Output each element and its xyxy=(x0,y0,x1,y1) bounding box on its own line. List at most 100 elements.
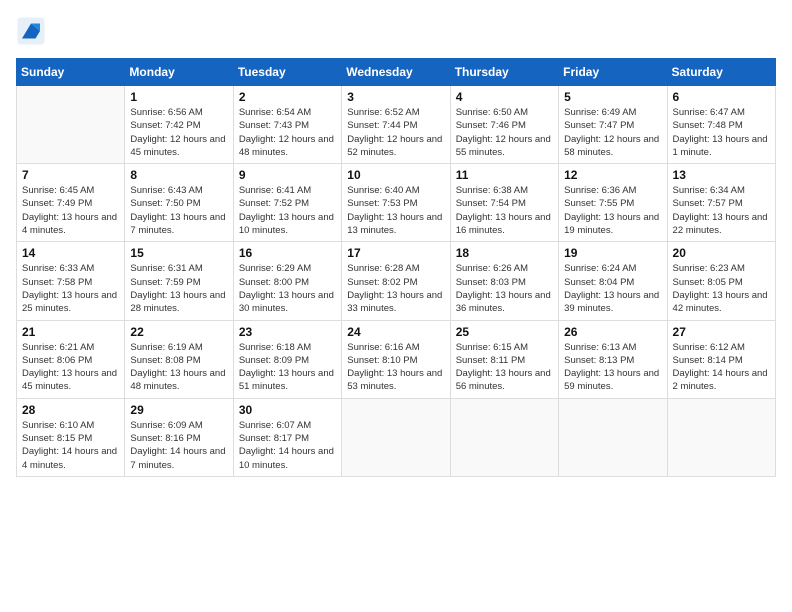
logo-icon xyxy=(16,16,46,46)
day-info: Sunrise: 6:45 AMSunset: 7:49 PMDaylight:… xyxy=(22,184,119,237)
day-number: 20 xyxy=(673,246,770,260)
calendar-cell: 18 Sunrise: 6:26 AMSunset: 8:03 PMDayligh… xyxy=(450,242,558,320)
day-number: 4 xyxy=(456,90,553,104)
calendar-cell: 10 Sunrise: 6:40 AMSunset: 7:53 PMDayligh… xyxy=(342,164,450,242)
day-number: 10 xyxy=(347,168,444,182)
day-info: Sunrise: 6:07 AMSunset: 8:17 PMDaylight:… xyxy=(239,419,336,472)
day-info: Sunrise: 6:50 AMSunset: 7:46 PMDaylight:… xyxy=(456,106,553,159)
calendar-cell xyxy=(17,86,125,164)
day-number: 12 xyxy=(564,168,661,182)
day-number: 15 xyxy=(130,246,227,260)
day-info: Sunrise: 6:54 AMSunset: 7:43 PMDaylight:… xyxy=(239,106,336,159)
calendar-cell xyxy=(342,398,450,476)
calendar-cell: 5 Sunrise: 6:49 AMSunset: 7:47 PMDaylight… xyxy=(559,86,667,164)
calendar-cell: 6Sunrise: 6:47 AMSunset: 7:48 PMDaylight… xyxy=(667,86,775,164)
day-info: Sunrise: 6:56 AMSunset: 7:42 PMDaylight:… xyxy=(130,106,227,159)
day-number: 5 xyxy=(564,90,661,104)
day-number: 9 xyxy=(239,168,336,182)
weekday-header-tuesday: Tuesday xyxy=(233,59,341,86)
calendar-cell: 12 Sunrise: 6:36 AMSunset: 7:55 PMDayligh… xyxy=(559,164,667,242)
calendar-cell: 17 Sunrise: 6:28 AMSunset: 8:02 PMDayligh… xyxy=(342,242,450,320)
calendar-cell: 20 Sunrise: 6:23 AMSunset: 8:05 PMDayligh… xyxy=(667,242,775,320)
calendar-cell: 28 Sunrise: 6:10 AMSunset: 8:15 PMDayligh… xyxy=(17,398,125,476)
day-info: Sunrise: 6:29 AMSunset: 8:00 PMDaylight:… xyxy=(239,262,336,315)
day-info: Sunrise: 6:34 AMSunset: 7:57 PMDaylight:… xyxy=(673,184,770,237)
day-info: Sunrise: 6:36 AMSunset: 7:55 PMDaylight:… xyxy=(564,184,661,237)
calendar-cell: 3 Sunrise: 6:52 AMSunset: 7:44 PMDaylight… xyxy=(342,86,450,164)
weekday-header-sunday: Sunday xyxy=(17,59,125,86)
day-number: 22 xyxy=(130,325,227,339)
calendar-cell: 19 Sunrise: 6:24 AMSunset: 8:04 PMDayligh… xyxy=(559,242,667,320)
weekday-header-wednesday: Wednesday xyxy=(342,59,450,86)
day-number: 16 xyxy=(239,246,336,260)
calendar-cell: 8Sunrise: 6:43 AMSunset: 7:50 PMDaylight… xyxy=(125,164,233,242)
day-number: 2 xyxy=(239,90,336,104)
calendar: SundayMondayTuesdayWednesdayThursdayFrid… xyxy=(16,58,776,477)
day-info: Sunrise: 6:21 AMSunset: 8:06 PMDaylight:… xyxy=(22,341,119,394)
day-number: 27 xyxy=(673,325,770,339)
logo xyxy=(16,16,50,46)
calendar-cell: 27Sunrise: 6:12 AMSunset: 8:14 PMDayligh… xyxy=(667,320,775,398)
day-info: Sunrise: 6:16 AMSunset: 8:10 PMDaylight:… xyxy=(347,341,444,394)
day-info: Sunrise: 6:43 AMSunset: 7:50 PMDaylight:… xyxy=(130,184,227,237)
day-number: 17 xyxy=(347,246,444,260)
header xyxy=(16,16,776,46)
day-info: Sunrise: 6:18 AMSunset: 8:09 PMDaylight:… xyxy=(239,341,336,394)
day-info: Sunrise: 6:15 AMSunset: 8:11 PMDaylight:… xyxy=(456,341,553,394)
day-info: Sunrise: 6:49 AMSunset: 7:47 PMDaylight:… xyxy=(564,106,661,159)
calendar-cell: 24 Sunrise: 6:16 AMSunset: 8:10 PMDayligh… xyxy=(342,320,450,398)
calendar-cell xyxy=(559,398,667,476)
day-number: 26 xyxy=(564,325,661,339)
calendar-cell: 26 Sunrise: 6:13 AMSunset: 8:13 PMDayligh… xyxy=(559,320,667,398)
calendar-week-1: 1 Sunrise: 6:56 AMSunset: 7:42 PMDaylight… xyxy=(17,86,776,164)
day-number: 7 xyxy=(22,168,119,182)
day-number: 14 xyxy=(22,246,119,260)
calendar-cell: 15 Sunrise: 6:31 AMSunset: 7:59 PMDayligh… xyxy=(125,242,233,320)
calendar-cell xyxy=(450,398,558,476)
calendar-cell: 30 Sunrise: 6:07 AMSunset: 8:17 PMDayligh… xyxy=(233,398,341,476)
day-info: Sunrise: 6:33 AMSunset: 7:58 PMDaylight:… xyxy=(22,262,119,315)
day-info: Sunrise: 6:28 AMSunset: 8:02 PMDaylight:… xyxy=(347,262,444,315)
day-number: 3 xyxy=(347,90,444,104)
day-number: 23 xyxy=(239,325,336,339)
day-info: Sunrise: 6:24 AMSunset: 8:04 PMDaylight:… xyxy=(564,262,661,315)
day-number: 24 xyxy=(347,325,444,339)
day-number: 1 xyxy=(130,90,227,104)
day-number: 18 xyxy=(456,246,553,260)
calendar-cell: 9 Sunrise: 6:41 AMSunset: 7:52 PMDaylight… xyxy=(233,164,341,242)
day-number: 21 xyxy=(22,325,119,339)
day-info: Sunrise: 6:10 AMSunset: 8:15 PMDaylight:… xyxy=(22,419,119,472)
calendar-cell: 16 Sunrise: 6:29 AMSunset: 8:00 PMDayligh… xyxy=(233,242,341,320)
day-number: 11 xyxy=(456,168,553,182)
day-info: Sunrise: 6:40 AMSunset: 7:53 PMDaylight:… xyxy=(347,184,444,237)
calendar-cell: 2 Sunrise: 6:54 AMSunset: 7:43 PMDaylight… xyxy=(233,86,341,164)
weekday-header-saturday: Saturday xyxy=(667,59,775,86)
calendar-cell: 11Sunrise: 6:38 AMSunset: 7:54 PMDayligh… xyxy=(450,164,558,242)
day-info: Sunrise: 6:41 AMSunset: 7:52 PMDaylight:… xyxy=(239,184,336,237)
day-number: 29 xyxy=(130,403,227,417)
day-number: 28 xyxy=(22,403,119,417)
day-number: 30 xyxy=(239,403,336,417)
day-number: 25 xyxy=(456,325,553,339)
day-info: Sunrise: 6:23 AMSunset: 8:05 PMDaylight:… xyxy=(673,262,770,315)
day-info: Sunrise: 6:26 AMSunset: 8:03 PMDaylight:… xyxy=(456,262,553,315)
calendar-cell: 7 Sunrise: 6:45 AMSunset: 7:49 PMDaylight… xyxy=(17,164,125,242)
day-info: Sunrise: 6:52 AMSunset: 7:44 PMDaylight:… xyxy=(347,106,444,159)
calendar-week-2: 7 Sunrise: 6:45 AMSunset: 7:49 PMDaylight… xyxy=(17,164,776,242)
calendar-cell: 29 Sunrise: 6:09 AMSunset: 8:16 PMDayligh… xyxy=(125,398,233,476)
calendar-cell: 25 Sunrise: 6:15 AMSunset: 8:11 PMDayligh… xyxy=(450,320,558,398)
day-info: Sunrise: 6:09 AMSunset: 8:16 PMDaylight:… xyxy=(130,419,227,472)
day-info: Sunrise: 6:31 AMSunset: 7:59 PMDaylight:… xyxy=(130,262,227,315)
day-number: 13 xyxy=(673,168,770,182)
weekday-header-thursday: Thursday xyxy=(450,59,558,86)
day-number: 19 xyxy=(564,246,661,260)
weekday-header-friday: Friday xyxy=(559,59,667,86)
calendar-cell xyxy=(667,398,775,476)
weekday-header-monday: Monday xyxy=(125,59,233,86)
calendar-cell: 23 Sunrise: 6:18 AMSunset: 8:09 PMDayligh… xyxy=(233,320,341,398)
weekday-header-row: SundayMondayTuesdayWednesdayThursdayFrid… xyxy=(17,59,776,86)
day-info: Sunrise: 6:13 AMSunset: 8:13 PMDaylight:… xyxy=(564,341,661,394)
calendar-cell: 14 Sunrise: 6:33 AMSunset: 7:58 PMDayligh… xyxy=(17,242,125,320)
day-info: Sunrise: 6:19 AMSunset: 8:08 PMDaylight:… xyxy=(130,341,227,394)
calendar-week-4: 21 Sunrise: 6:21 AMSunset: 8:06 PMDayligh… xyxy=(17,320,776,398)
